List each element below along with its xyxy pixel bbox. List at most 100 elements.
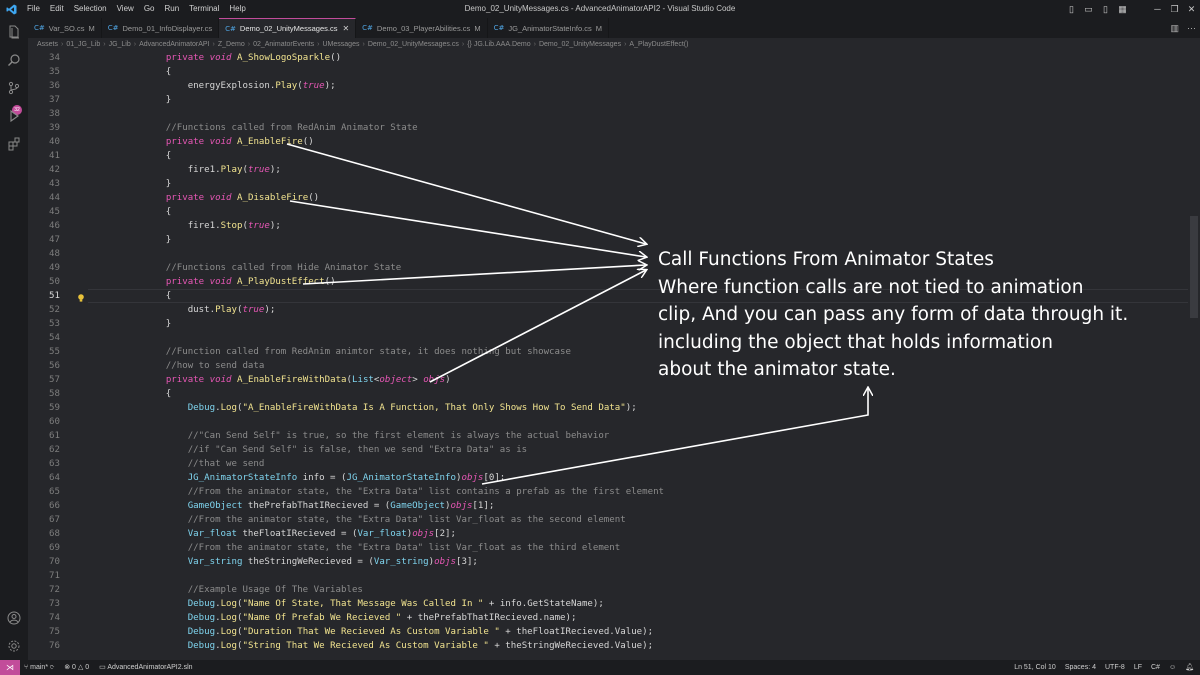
tab-var_so-cs[interactable]: C# Var_SO.cs M [28, 18, 102, 38]
line-number: 74 [49, 613, 60, 623]
breadcrumb-item[interactable]: AdvancedAnimatorAPI [139, 41, 209, 48]
close-tab-icon[interactable]: ✕ [342, 24, 349, 33]
line-number: 71 [49, 571, 60, 581]
indentation[interactable]: Spaces: 4 [1065, 660, 1096, 675]
code-line: 58 { [28, 387, 1188, 401]
menu-view[interactable]: View [112, 0, 139, 18]
tab-label: Demo_03_PlayerAbilities.cs [376, 23, 471, 33]
code-line: 61 //"Can Send Self" is true, so the fir… [28, 429, 1188, 443]
code-line: 69 //From the animator state, the "Extra… [28, 541, 1188, 555]
line-number: 51 [49, 291, 60, 301]
line-number: 50 [49, 277, 60, 287]
language-mode[interactable]: C# [1151, 660, 1160, 675]
lightbulb-icon[interactable] [76, 290, 86, 302]
code-line: 63 //that we send [28, 457, 1188, 471]
more-actions-icon[interactable]: ··· [1187, 23, 1196, 33]
menu-file[interactable]: File [22, 0, 45, 18]
line-number: 69 [49, 543, 60, 553]
breadcrumb-item[interactable]: JG_Lib [109, 41, 131, 48]
menu-terminal[interactable]: Terminal [184, 0, 224, 18]
breadcrumb-item[interactable]: 01_JG_Lib [66, 41, 100, 48]
menu-go[interactable]: Go [139, 0, 160, 18]
annotation-line: Where function calls are not tied to ani… [658, 276, 1084, 298]
menu-help[interactable]: Help [224, 0, 250, 18]
settings-gear-icon[interactable] [4, 636, 24, 656]
code-text: //Functions called from Hide Animator St… [122, 263, 402, 273]
explorer-icon[interactable] [4, 22, 24, 42]
sync-icon[interactable]: ⟳ [50, 664, 54, 671]
bell-icon[interactable]: 🔔︎ [1185, 660, 1194, 675]
problems-indicator[interactable]: ⊗ 0 △ 0 [64, 660, 89, 675]
line-number: 61 [49, 431, 60, 441]
code-line: 65 //From the animator state, the "Extra… [28, 485, 1188, 499]
customize-layout-icon[interactable]: ▦ [1114, 0, 1131, 18]
solution-indicator[interactable]: ▭ AdvancedAnimatorAPI2.sln [99, 660, 192, 675]
tab-label: Demo_02_UnityMessages.cs [239, 24, 338, 33]
code-line: 43 } [28, 177, 1188, 191]
code-text: //From the animator state, the "Extra Da… [122, 487, 665, 497]
cursor-position[interactable]: Ln 51, Col 10 [1014, 660, 1056, 675]
menu-selection[interactable]: Selection [69, 0, 112, 18]
code-text: Debug.Log("Name Of Prefab We Recieved " … [187, 613, 577, 623]
code-line: 72 //Example Usage Of The Variables [28, 583, 1188, 597]
scrollbar-thumb[interactable] [1190, 216, 1198, 318]
search-icon[interactable] [4, 50, 24, 70]
breadcrumb-item[interactable]: Demo_02_UnityMessages [539, 41, 621, 48]
tab-demo_01_infodisplayer-cs[interactable]: C# Demo_01_InfoDisplayer.cs [102, 18, 220, 38]
tab-label: Demo_01_InfoDisplayer.cs [122, 23, 213, 33]
code-text: private void A_EnableFireWithData(List<o… [165, 375, 451, 385]
vertical-scrollbar[interactable] [1188, 51, 1200, 660]
line-number: 35 [49, 67, 60, 77]
line-number: 52 [49, 305, 60, 315]
menu-edit[interactable]: Edit [45, 0, 69, 18]
vscode-logo-icon [0, 0, 22, 18]
remote-indicator-icon[interactable]: ⋊ [0, 660, 20, 675]
breadcrumb-item[interactable]: A_PlayDustEffect() [629, 41, 688, 48]
split-editor-icon[interactable]: ▥ [1170, 23, 1179, 34]
activity-bar: 32 [0, 18, 28, 660]
code-text: Debug.Log("Name Of State, That Message W… [187, 599, 604, 609]
account-icon[interactable] [4, 608, 24, 628]
breadcrumb-separator-icon: › [133, 41, 137, 48]
line-number: 36 [49, 81, 60, 91]
code-line: 40 private void A_EnableFire() [28, 135, 1188, 149]
code-text: fire1.Stop(true); [122, 221, 281, 231]
code-line: 37 } [28, 93, 1188, 107]
maximize-icon[interactable]: ❐ [1166, 0, 1183, 18]
code-line: 45 { [28, 205, 1188, 219]
layout-secondary-icon[interactable]: ▯ [1097, 0, 1114, 18]
line-number: 53 [49, 319, 60, 329]
branch-indicator[interactable]: ⑂ main* ⟳ [24, 660, 54, 675]
breadcrumb-item[interactable]: Demo_02_UnityMessages.cs [368, 41, 459, 48]
tab-demo_02_unitymessages-cs[interactable]: C# Demo_02_UnityMessages.cs ✕ [219, 18, 357, 38]
breadcrumb-item[interactable]: 02_AnimatorEvents [253, 41, 314, 48]
code-text: //Functions called from RedAnim Animator… [122, 123, 418, 133]
breadcrumb-item[interactable]: UMessages [323, 41, 360, 48]
breadcrumb-item[interactable]: {} JG.Lib.AAA.Demo [467, 41, 530, 48]
code-line: 66 GameObject thePrefabThatIRecieved = (… [28, 499, 1188, 513]
breadcrumb-item[interactable]: Z_Demo [218, 41, 245, 48]
code-text: Var_string theStringWeRecieved = (Var_st… [187, 557, 478, 567]
menu-run[interactable]: Run [159, 0, 184, 18]
layout-panel-icon[interactable]: ▭ [1080, 0, 1097, 18]
minimize-icon[interactable]: ─ [1149, 0, 1166, 18]
tab-label: JG_AnimatorStateInfo.cs [508, 23, 592, 33]
breadcrumb-separator-icon: › [103, 41, 106, 48]
code-text: { [122, 151, 172, 161]
code-line: 68 Var_float theFloatIRecieved = (Var_fl… [28, 527, 1188, 541]
line-number: 40 [49, 137, 60, 147]
layout-sidebar-icon[interactable]: ▯ [1063, 0, 1080, 18]
line-number: 64 [49, 473, 60, 483]
code-text: Debug.Log("Duration That We Recieved As … [187, 627, 654, 637]
feedback-icon[interactable]: ☺ [1169, 660, 1176, 675]
extensions-icon[interactable] [4, 134, 24, 154]
tab-demo_03_playerabilities-cs[interactable]: C# Demo_03_PlayerAbilities.cs M [356, 18, 488, 38]
close-window-icon[interactable]: ✕ [1183, 0, 1200, 18]
code-text: private void A_PlayDustEffect() [165, 277, 336, 287]
tab-jg_animatorstateinfo-cs[interactable]: C# JG_AnimatorStateInfo.cs M [488, 18, 609, 38]
run-debug-icon[interactable] [4, 106, 24, 126]
source-control-icon[interactable] [4, 78, 24, 98]
breadcrumb-item[interactable]: Assets [37, 41, 58, 48]
end-of-line[interactable]: LF [1134, 660, 1142, 675]
encoding[interactable]: UTF-8 [1105, 660, 1125, 675]
